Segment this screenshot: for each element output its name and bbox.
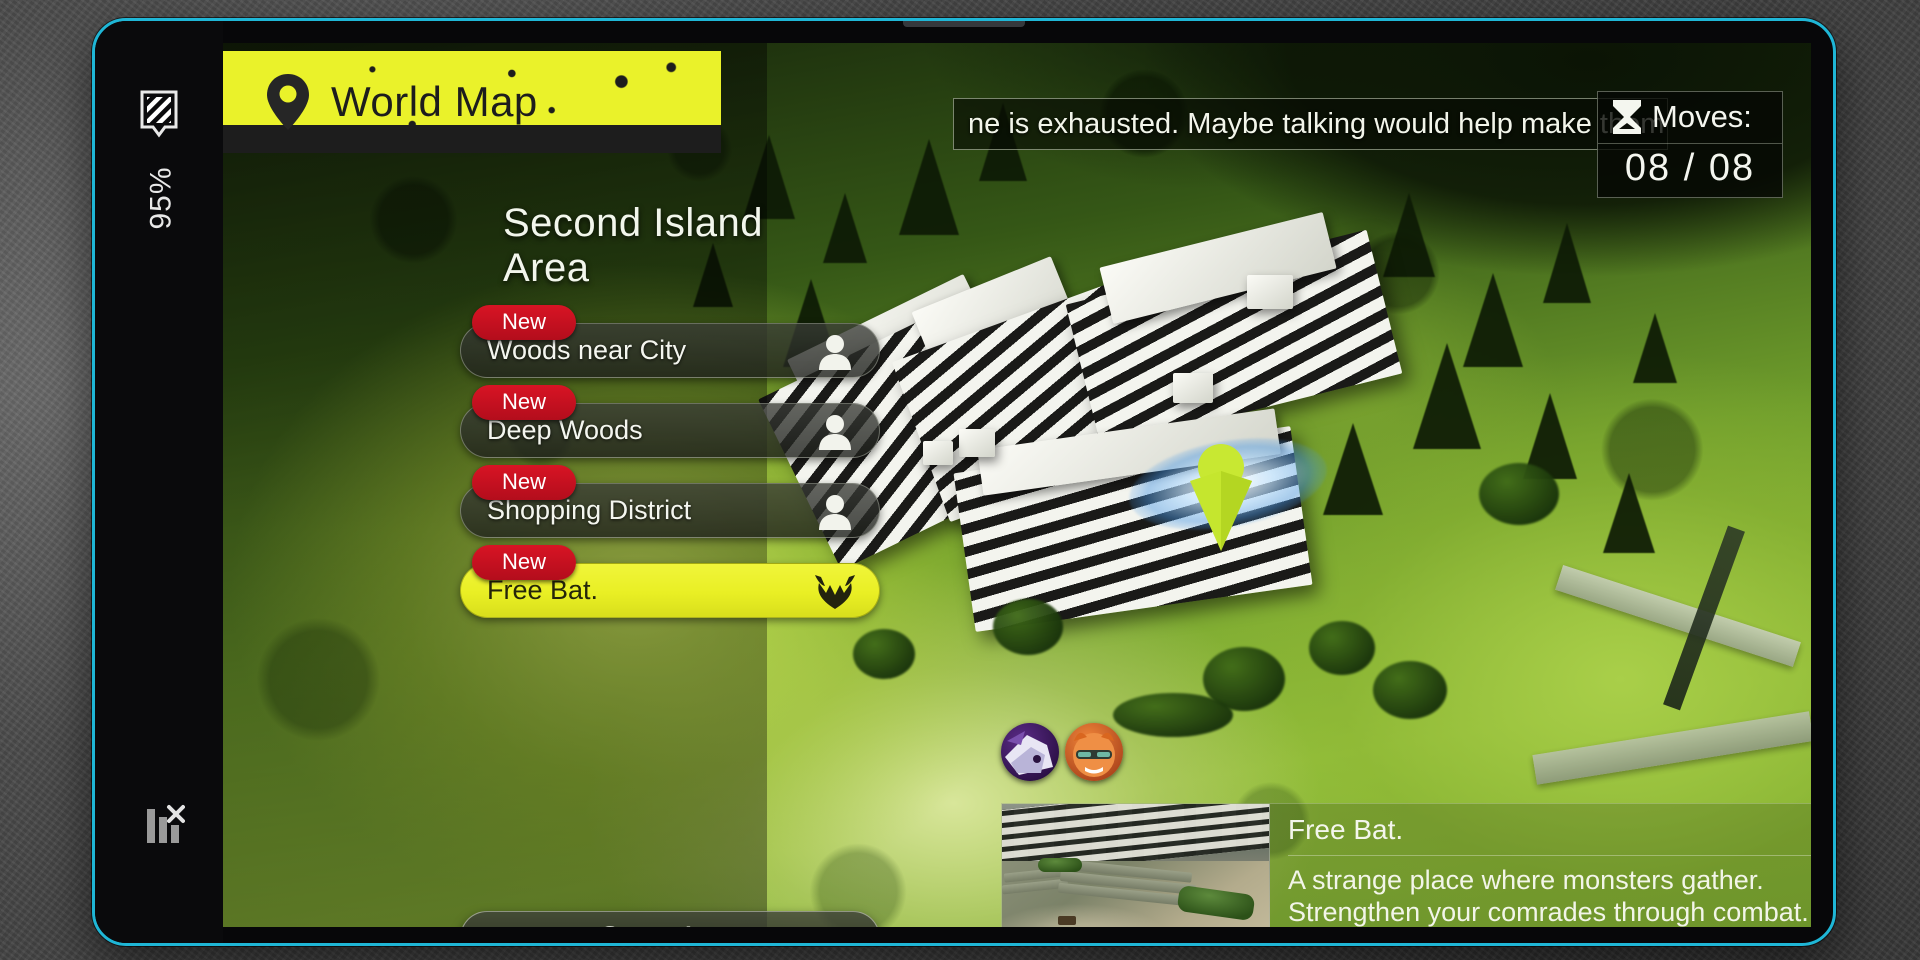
area-info-text: Free Bat. A strange place where monsters…: [1270, 804, 1811, 927]
area-list: Woods near City New Deep Woods New Shopp…: [460, 305, 885, 625]
area-list-item-shopping-district[interactable]: Shopping District New: [460, 465, 885, 545]
location-pin-icon: [265, 73, 311, 131]
tree-icon: [1633, 313, 1677, 383]
area-info-title: Free Bat.: [1288, 814, 1811, 856]
tree-icon: [1603, 473, 1655, 553]
area-thumbnail: [1002, 804, 1270, 927]
bush-icon: [993, 599, 1063, 655]
tree-icon: [1383, 193, 1435, 277]
new-badge: New: [472, 465, 577, 500]
battery-percent: 95%: [95, 166, 237, 229]
bush-icon: [853, 629, 915, 679]
thumbnail-hedge: [1038, 858, 1082, 872]
moves-label: Moves:: [1652, 99, 1752, 134]
hourglass-icon: [1610, 98, 1644, 136]
tree-icon: [1413, 343, 1481, 449]
world-map-header: World Map: [223, 51, 721, 153]
device-top-tab: [903, 21, 1025, 27]
dialogue-text: ne is exhausted. Maybe talking would hel…: [968, 107, 1665, 140]
player-location-marker[interactable]: [1185, 443, 1257, 553]
moves-value: 08 / 08: [1624, 147, 1756, 189]
tree-icon: [1323, 423, 1383, 515]
area-list-item-deep-woods[interactable]: Deep Woods New: [460, 385, 885, 465]
person-silhouette-icon: [813, 329, 857, 373]
area-list-item-woods-near-city[interactable]: Woods near City New: [460, 305, 885, 385]
rooftop-unit: [1173, 373, 1213, 403]
party-avatar-1[interactable]: [1001, 723, 1059, 781]
party-avatar-2[interactable]: [1065, 723, 1123, 781]
area-info-panel: Free Bat. A strange place where monsters…: [1001, 803, 1811, 927]
page-title: World Map: [331, 78, 538, 125]
rooftop-unit: [1247, 275, 1293, 309]
game-screen: World Map Second Island Area Woods near …: [223, 43, 1811, 927]
tree-icon: [899, 139, 959, 235]
rooftop-unit: [959, 429, 995, 457]
world-map-sidebar: World Map Second Island Area Woods near …: [223, 43, 880, 927]
area-list-item-free-bat[interactable]: Free Bat. New: [460, 545, 885, 625]
person-silhouette-icon: [813, 409, 857, 453]
area-region-name: Second Island Area: [503, 201, 764, 290]
description-line: A strange place where monsters gather.: [1288, 865, 1764, 895]
bush-icon: [1309, 621, 1375, 675]
moves-header: Moves:: [1598, 92, 1782, 144]
tree-icon: [1543, 223, 1591, 303]
area-info-description: A strange place where monsters gather. S…: [1288, 856, 1811, 927]
tree-icon: [823, 193, 867, 263]
party-avatars: [1001, 723, 1123, 781]
bush-icon: [1373, 661, 1447, 719]
new-badge: New: [472, 305, 577, 340]
rooftop-unit: [923, 441, 953, 465]
moves-counter-panel: Moves: 08 / 08: [1597, 91, 1783, 198]
new-badge: New: [472, 545, 577, 580]
desktop-backdrop: 95% World Map Second Island Area Woods n…: [0, 0, 1920, 960]
road-segment: [1555, 565, 1801, 667]
bush-icon: [1113, 693, 1233, 737]
dialogue-bar: ne is exhausted. Maybe talking would hel…: [953, 98, 1668, 150]
person-silhouette-icon: [813, 489, 857, 533]
new-badge: New: [472, 385, 577, 420]
thumbnail-debris: [1058, 916, 1076, 925]
road-segment: [1532, 711, 1811, 785]
go-to-area-button[interactable]: Go to Area: [460, 911, 880, 927]
battery-percent-text: 95%: [144, 166, 178, 230]
horned-demon-icon: [813, 569, 857, 613]
bush-icon: [1479, 463, 1559, 525]
battery-icon: [139, 89, 179, 141]
tablet-device: 95% World Map Second Island Area Woods n…: [92, 18, 1836, 946]
description-line: Strengthen your comrades through combat.: [1288, 896, 1809, 927]
device-left-bezel: 95%: [95, 21, 223, 943]
no-signal-icon: [139, 803, 185, 849]
